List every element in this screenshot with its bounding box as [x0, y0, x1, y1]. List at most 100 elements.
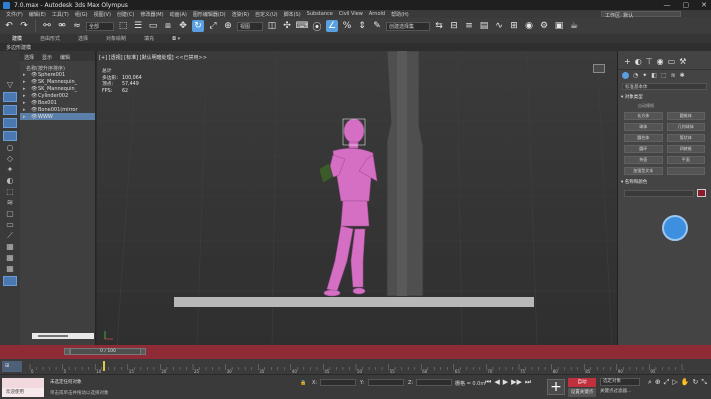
- lights-category-icon[interactable]: ✦: [642, 72, 647, 79]
- camera-filter-icon[interactable]: ◐: [5, 177, 15, 185]
- ribbon-tab-selection[interactable]: 选择: [78, 35, 88, 42]
- all-filter-icon[interactable]: ▦: [5, 243, 15, 251]
- selected-set-dropdown[interactable]: 选定对象: [600, 378, 640, 386]
- rotate-icon[interactable]: ↻: [192, 20, 204, 32]
- menu-item-1[interactable]: 编辑(E): [29, 11, 46, 18]
- bone-filter-icon[interactable]: ⟋: [5, 232, 15, 240]
- create-tab-icon[interactable]: +: [624, 57, 631, 66]
- minimize-button[interactable]: —: [664, 1, 671, 9]
- menu-item-10[interactable]: 自定义(U): [255, 11, 278, 18]
- spacewarps-category-icon[interactable]: ≋: [671, 72, 676, 79]
- layer-explorer-icon[interactable]: ≡: [463, 20, 475, 32]
- menu-item-9[interactable]: 渲染(R): [232, 11, 249, 18]
- goto-end-icon[interactable]: ⏭: [525, 378, 531, 387]
- floating-assist-button[interactable]: [662, 215, 688, 241]
- perspective-viewport[interactable]: [+] [透视] [标准] [默认明暗处理] <<已禁用>> 总计 多边形: 100…: [97, 51, 617, 345]
- primitive-button[interactable]: [666, 167, 705, 175]
- explorer-tab-select[interactable]: 选择: [24, 54, 34, 61]
- time-slider[interactable]: 0 / 100: [0, 345, 711, 359]
- undo-icon[interactable]: ↶: [3, 20, 15, 32]
- geometry-category-icon[interactable]: [622, 72, 629, 79]
- viewport-disabled-label[interactable]: <<已禁用>>: [175, 55, 207, 61]
- explorer-scrollbar[interactable]: [32, 333, 94, 339]
- menu-item-0[interactable]: 文件(F): [6, 11, 23, 18]
- object-name-field[interactable]: [624, 189, 694, 197]
- utilities-tab-icon[interactable]: ⚒: [679, 57, 686, 66]
- track-bar-icon[interactable]: ⊞: [2, 361, 22, 372]
- menu-item-3[interactable]: 组(G): [75, 11, 88, 18]
- primitive-button[interactable]: 球体: [624, 123, 663, 131]
- redo-icon[interactable]: ↷: [18, 20, 30, 32]
- spacewarp-filter-icon[interactable]: ≋: [5, 199, 15, 207]
- keyboard-shortcut-icon[interactable]: ⌨: [296, 20, 309, 32]
- primitive-button[interactable]: 圆柱体: [624, 134, 663, 142]
- viewcube-icon[interactable]: [593, 64, 605, 73]
- zoom-all-icon[interactable]: ⊕: [655, 378, 661, 387]
- menu-item-6[interactable]: 修改器(M): [140, 11, 163, 18]
- close-button[interactable]: ✕: [701, 1, 707, 9]
- expand-arrow-icon[interactable]: ▸: [23, 93, 31, 99]
- menu-item-15[interactable]: 帮助(H): [391, 11, 409, 18]
- scrollbar-thumb[interactable]: [38, 335, 68, 337]
- menu-item-13[interactable]: Civil View: [339, 11, 363, 17]
- set-key-button[interactable]: 设置关键点: [568, 388, 596, 397]
- display-children-icon[interactable]: [3, 105, 17, 115]
- visibility-eye-icon[interactable]: 👁: [31, 100, 38, 106]
- explorer-item[interactable]: ▸ 👁 WWW: [20, 113, 95, 120]
- autogrid-checkbox[interactable]: 自动栅格: [638, 103, 691, 109]
- prev-key-icon[interactable]: ◀: [494, 378, 499, 387]
- helpers-category-icon[interactable]: ⬚: [661, 72, 667, 79]
- object-type-rollout[interactable]: ▾ 对象类型: [621, 94, 708, 100]
- render-frame-icon[interactable]: ▣: [553, 20, 565, 32]
- motion-tab-icon[interactable]: ◉: [657, 57, 664, 66]
- select-manipulate-icon[interactable]: ✣: [281, 20, 293, 32]
- auto-key-button[interactable]: 自动: [568, 378, 596, 387]
- viewport-label[interactable]: [+] [透视] [标准] [默认明暗处理] <<已禁用>>: [99, 54, 207, 61]
- object-color-swatch[interactable]: [697, 189, 706, 197]
- primitive-button[interactable]: 四棱锥: [666, 145, 705, 153]
- mirror-icon[interactable]: ⇆: [433, 20, 445, 32]
- shape-filter-icon[interactable]: ◇: [5, 155, 15, 163]
- explorer-item[interactable]: ▸ 👁 Bone001(mirror: [20, 106, 95, 113]
- group-filter-icon[interactable]: ▢: [5, 210, 15, 218]
- menu-item-5[interactable]: 创建(C): [117, 11, 134, 18]
- menu-item-2[interactable]: 工具(T): [52, 11, 69, 18]
- move-icon[interactable]: ✥: [177, 20, 189, 32]
- expand-arrow-icon[interactable]: ▸: [23, 114, 31, 120]
- geometry-filter-icon[interactable]: ○: [5, 144, 15, 152]
- maxscript-listener[interactable]: [2, 378, 44, 388]
- visibility-eye-icon[interactable]: 👁: [31, 86, 38, 92]
- select-object-icon[interactable]: ⬚: [117, 20, 129, 32]
- primitive-button[interactable]: 加强型文本: [624, 167, 663, 175]
- visibility-eye-icon[interactable]: 👁: [31, 107, 38, 113]
- menu-item-11[interactable]: 脚本(S): [284, 11, 301, 18]
- visibility-eye-icon[interactable]: 👁: [31, 72, 38, 78]
- explorer-item[interactable]: ▸ 👁 Cylinder002: [20, 92, 95, 99]
- selection-filter-dropdown[interactable]: 全部: [86, 21, 114, 31]
- scale-icon[interactable]: ⤢: [207, 20, 219, 32]
- layer-sort-icon[interactable]: [3, 276, 17, 286]
- goto-start-icon[interactable]: ⏮: [485, 378, 491, 387]
- schematic-view-icon[interactable]: ⊞: [508, 20, 520, 32]
- light-filter-icon[interactable]: ✦: [5, 166, 15, 174]
- render-setup-icon[interactable]: ⚙: [538, 20, 550, 32]
- ribbon-toggle-icon[interactable]: ▤: [478, 20, 490, 32]
- rect-selection-icon[interactable]: ▭: [147, 20, 159, 32]
- y-coordinate-field[interactable]: [368, 379, 404, 386]
- link-icon[interactable]: ⚯: [41, 20, 53, 32]
- ribbon-panel-label[interactable]: 多边形建模: [6, 44, 31, 51]
- z-coordinate-field[interactable]: [416, 379, 452, 386]
- expand-arrow-icon[interactable]: ▸: [23, 86, 31, 92]
- name-color-rollout[interactable]: ▾ 名称和颜色: [621, 179, 708, 185]
- menu-item-8[interactable]: 图形编辑器(D): [193, 11, 226, 18]
- time-slider-handle[interactable]: 0 / 100: [70, 348, 146, 355]
- ribbon-tab-modeling[interactable]: 建模: [12, 35, 22, 42]
- menu-item-12[interactable]: Substance: [307, 11, 333, 17]
- percent-snap-icon[interactable]: %: [341, 20, 353, 32]
- spinner-snap-icon[interactable]: ⇕: [356, 20, 368, 32]
- systems-category-icon[interactable]: ✱: [680, 72, 685, 79]
- maxscript-prompt[interactable]: 欢迎使用 MAXScript。: [2, 388, 44, 397]
- primitive-button[interactable]: 几何球体: [666, 123, 705, 131]
- reference-coordinate-dropdown[interactable]: 视图: [237, 21, 263, 31]
- maximize-viewport-icon[interactable]: ⤡: [701, 378, 707, 387]
